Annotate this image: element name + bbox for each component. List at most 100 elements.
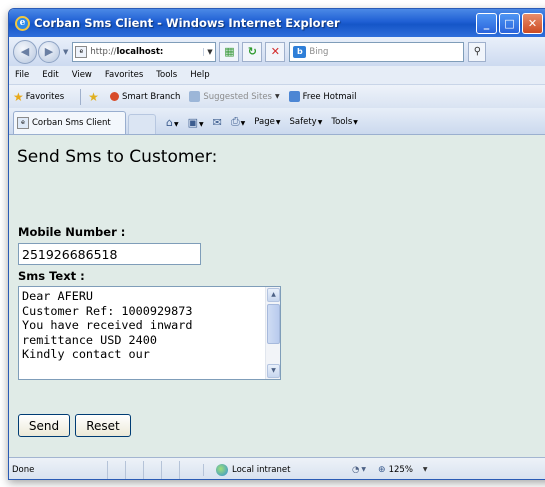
sms-text-box: ▲ ▼ [18, 286, 281, 380]
home-dropdown-icon: ▼ [173, 120, 179, 128]
intranet-globe-icon [216, 463, 228, 476]
recent-pages-dropdown[interactable]: ▼ [63, 48, 68, 56]
scroll-down-icon[interactable]: ▼ [267, 364, 280, 378]
tools-dropdown-icon: ▼ [353, 119, 358, 126]
safety-menu[interactable]: Safety▼ [290, 117, 323, 127]
status-panel [179, 460, 197, 479]
safety-dropdown-icon: ▼ [317, 119, 323, 126]
home-button[interactable]: ⌂▼ [166, 116, 179, 129]
stop-button[interactable]: ✕ [265, 41, 286, 62]
zoom-icon: ⊕ [378, 464, 386, 475]
free-hotmail-label: Free Hotmail [302, 91, 357, 102]
reset-button[interactable]: Reset [75, 414, 131, 437]
favorites-label: Favorites [25, 91, 65, 102]
suggested-sites-label: Suggested Sites [203, 91, 272, 102]
menu-bar: File Edit View Favorites Tools Help [9, 66, 545, 84]
page-content: Send Sms to Customer: Mobile Number : Sm… [9, 135, 545, 457]
scroll-up-icon[interactable]: ▲ [267, 288, 280, 302]
address-bar[interactable]: e http://localhost: ▼ [72, 41, 217, 62]
title-bar: e Corban Sms Client - Windows Internet E… [9, 9, 545, 37]
browser-window: e Corban Sms Client - Windows Internet E… [8, 8, 545, 480]
status-text: Done [12, 464, 35, 475]
compatibility-view-icon: ▦ [224, 45, 235, 58]
hotmail-icon [288, 91, 300, 102]
mobile-number-field[interactable] [18, 243, 201, 265]
feeds-dropdown-icon: ▼ [199, 120, 204, 128]
print-button[interactable]: ⎙▼ [231, 115, 245, 129]
print-icon: ⎙ [230, 115, 240, 128]
smart-branch-label: Smart Branch [121, 91, 181, 102]
separator [80, 88, 82, 105]
refresh-button[interactable]: ↻ [242, 41, 263, 62]
tab-corban-sms-client[interactable]: e Corban Sms Client [13, 111, 126, 134]
address-url[interactable]: http://localhost: [90, 47, 203, 57]
menu-item-edit[interactable]: Edit [42, 70, 58, 80]
feeds-button[interactable]: ▣▼ [188, 116, 204, 129]
close-button[interactable]: ✕ [522, 13, 543, 34]
status-panel [125, 460, 143, 479]
back-arrow-icon: ◀ [20, 45, 30, 58]
address-dropdown-icon[interactable]: ▼ [203, 47, 215, 56]
protected-mode-button[interactable]: ◔ ▼ [352, 465, 366, 475]
search-placeholder[interactable]: Bing [309, 47, 328, 57]
tools-menu[interactable]: Tools▼ [331, 117, 358, 127]
minimize-icon: _ [483, 17, 490, 30]
menu-item-favorites[interactable]: Favorites [105, 70, 143, 80]
smart-branch-icon [109, 92, 119, 101]
security-zone-label: Local intranet [232, 464, 291, 475]
forward-arrow-icon: ▶ [44, 45, 54, 58]
favorite-suggested-sites[interactable]: Suggested Sites ▼ [189, 91, 280, 102]
close-icon: ✕ [527, 17, 538, 30]
menu-item-view[interactable]: View [72, 70, 92, 80]
menu-item-file[interactable]: File [15, 70, 29, 80]
compatibility-view-button[interactable]: ▦ [219, 41, 240, 62]
sms-text-field[interactable] [19, 287, 265, 379]
tab-label: Corban Sms Client [32, 118, 111, 128]
search-button[interactable]: ⚲ [468, 41, 487, 62]
status-panel [161, 460, 179, 479]
favorite-free-hotmail[interactable]: Free Hotmail [288, 91, 357, 102]
favorites-button[interactable]: ★ Favorites [13, 90, 64, 104]
status-bar: Done Local intranet ◔ ▼ ⊕ 125% ▼ [9, 457, 545, 479]
maximize-button[interactable]: □ [499, 13, 520, 34]
protected-mode-dropdown-icon: ▼ [361, 466, 367, 473]
send-button[interactable]: Send [18, 414, 70, 437]
favorite-smart-branch[interactable]: Smart Branch [109, 91, 181, 102]
tab-page-icon: e [17, 117, 29, 129]
print-dropdown-icon: ▼ [240, 120, 246, 127]
status-panels [107, 460, 197, 479]
status-panel [143, 460, 161, 479]
caption-buttons: _ □ ✕ [476, 13, 543, 34]
search-box[interactable]: b Bing [289, 41, 465, 62]
navigation-bar: ◀ ▶ ▼ e http://localhost: ▼ ▦ ↻ ✕ b Bing… [9, 37, 545, 66]
ie-logo-icon: e [15, 15, 30, 31]
forward-button[interactable]: ▶ [38, 40, 60, 63]
mail-icon: ✉ [212, 115, 222, 129]
minimize-button[interactable]: _ [476, 13, 497, 34]
menu-item-help[interactable]: Help [190, 70, 209, 80]
zoom-control[interactable]: ⊕ 125% ▼ [378, 465, 427, 475]
zoom-dropdown-icon: ▼ [422, 466, 428, 473]
stop-icon: ✕ [270, 45, 280, 58]
refresh-icon: ↻ [247, 45, 257, 58]
sms-text-label: Sms Text : [18, 269, 85, 283]
sms-text-scrollbar[interactable]: ▲ ▼ [265, 287, 280, 379]
new-tab-button[interactable] [128, 114, 156, 134]
menu-item-tools[interactable]: Tools [156, 70, 177, 80]
page-icon: e [75, 45, 88, 58]
feeds-icon: ▣ [187, 115, 199, 129]
security-zone[interactable]: Local intranet [203, 463, 345, 476]
bing-icon: b [293, 45, 307, 58]
suggested-sites-dropdown-icon: ▼ [274, 93, 280, 100]
page-menu[interactable]: Page▼ [254, 117, 280, 127]
tab-bar: e Corban Sms Client ⌂▼ ▣▼ ✉ ⎙▼ Page▼ Saf… [9, 108, 545, 135]
add-to-favorites-button[interactable]: ★ [88, 90, 101, 104]
back-button[interactable]: ◀ [13, 39, 37, 64]
home-icon: ⌂ [166, 115, 173, 129]
page-dropdown-icon: ▼ [275, 119, 281, 126]
add-favorite-icon: ★ [88, 89, 99, 104]
scroll-thumb[interactable] [267, 304, 280, 344]
suggested-sites-icon [189, 91, 201, 102]
read-mail-button[interactable]: ✉ [213, 116, 222, 129]
search-icon: ⚲ [473, 46, 482, 57]
